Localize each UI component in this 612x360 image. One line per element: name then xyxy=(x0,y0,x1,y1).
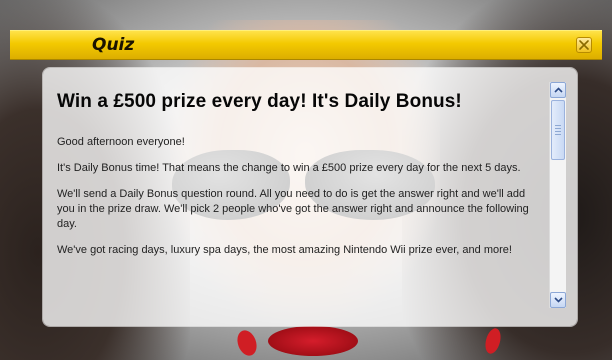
paragraph: It's Daily Bonus time! That means the ch… xyxy=(57,162,521,174)
close-icon xyxy=(579,40,589,50)
scroll-thumb[interactable] xyxy=(551,100,565,160)
message-body: Good afternoon everyone! It's Daily Bonu… xyxy=(57,135,539,269)
paragraph: We'll send a Daily Bonus question round.… xyxy=(57,188,529,230)
background-lips xyxy=(268,326,358,356)
scroll-down-button[interactable] xyxy=(550,292,566,308)
chevron-up-icon xyxy=(554,87,563,93)
chevron-down-icon xyxy=(554,297,563,303)
scroll-grip xyxy=(555,125,561,135)
scroll-up-button[interactable] xyxy=(550,82,566,98)
window-titlebar[interactable]: Quiz xyxy=(10,30,602,60)
close-button[interactable] xyxy=(576,37,592,53)
vertical-scrollbar[interactable] xyxy=(549,82,566,308)
background-nail-left xyxy=(234,327,260,359)
paragraph: We've got racing days, luxury spa days, … xyxy=(57,244,512,256)
window-title: Quiz xyxy=(92,35,135,55)
content-panel: Win a £500 prize every day! It's Daily B… xyxy=(43,68,577,326)
paragraph: Good afternoon everyone! xyxy=(57,136,185,148)
headline: Win a £500 prize every day! It's Daily B… xyxy=(57,91,462,112)
